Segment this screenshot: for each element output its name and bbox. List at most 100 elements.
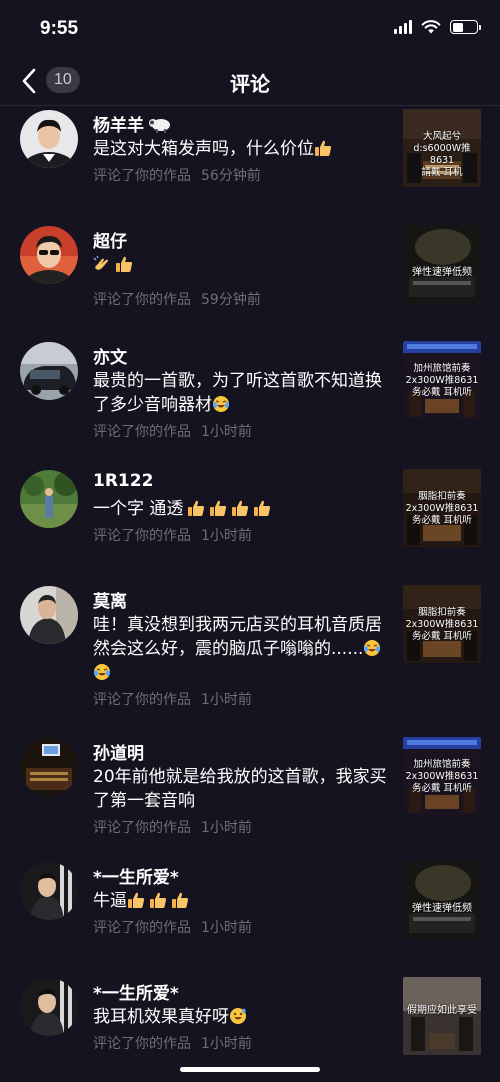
comment-item[interactable]: 1R122 一个字 通透 评论了你的作品 1小时前 胭脂扣前奏 2x300W推86… [0, 467, 500, 583]
comment-body: 我耳机效果真好呀 [93, 1007, 229, 1027]
comment-username[interactable]: 超仔 [93, 227, 127, 252]
comment-text: 最贵的一首歌，为了听这首歌不知道换了多少音响器材 [93, 369, 393, 417]
video-thumbnail[interactable]: 假期应如此享受 [403, 977, 481, 1055]
comment-item[interactable]: *一生所爱* 牛逼 评论了你的作品 1小时前 弹性速弹低频 [0, 859, 500, 975]
thumbs-up-icon [115, 255, 133, 273]
avatar[interactable] [20, 226, 78, 284]
comment-meta: 评论了你的作品 1小时前 [93, 421, 262, 441]
thumbnail-caption: 大风起兮 d:s6000W推8631 請戴 耳机 [413, 131, 471, 178]
action-text: 评论了你的作品 [93, 168, 191, 184]
cellular-signal-icon [394, 20, 412, 34]
thumbs-up-icon [127, 891, 145, 909]
comment-meta: 评论了你的作品 1小时前 [93, 1033, 262, 1053]
comment-body: 哇！真没想到我两元店买的耳机音质居然会这么好，震的脑瓜子嗡嗡的...... [93, 615, 382, 659]
home-indicator[interactable] [180, 1067, 320, 1072]
timestamp: 59分钟前 [201, 292, 261, 308]
video-thumbnail[interactable]: 加州旅馆前奏 2x300W推8631 务必戴 耳机听 [403, 737, 481, 815]
video-thumbnail[interactable]: 弹性速弹低频 [403, 225, 481, 303]
action-text: 评论了你的作品 [93, 820, 191, 836]
comment-text: 哇！真没想到我两元店买的耳机音质居然会这么好，震的脑瓜子嗡嗡的...... [93, 613, 393, 685]
laugh-cry-icon [93, 663, 111, 681]
timestamp: 1小时前 [201, 692, 252, 708]
thumbs-up-icon [149, 891, 167, 909]
comment-meta: 评论了你的作品 1小时前 [93, 817, 262, 837]
avatar[interactable] [20, 342, 78, 400]
comment-text: 一个字 通透 [93, 497, 393, 521]
status-time: 9:55 [40, 18, 79, 39]
thumbnail-caption: 胭脂扣前奏 2x300W推8631 务必戴 耳机听 [405, 491, 479, 526]
comment-item[interactable]: 亦文 最贵的一首歌，为了听这首歌不知道换了多少音响器材 评论了你的作品 1小时前 … [0, 339, 500, 455]
comment-item[interactable]: *一生所爱* 我耳机效果真好呀 评论了你的作品 1小时前 假期应如此享受 [0, 975, 500, 1082]
action-text: 评论了你的作品 [93, 528, 191, 544]
timestamp: 56分钟前 [201, 168, 261, 184]
battery-icon [450, 20, 481, 34]
comment-body: 牛逼 [93, 891, 127, 911]
timestamp: 1小时前 [201, 820, 252, 836]
comment-username[interactable]: 孙道明 [93, 739, 144, 764]
action-text: 评论了你的作品 [93, 692, 191, 708]
thumbs-up-icon [187, 499, 205, 517]
comment-body: 一个字 通透 [93, 499, 184, 519]
timestamp: 1小时前 [201, 528, 252, 544]
comment-meta: 评论了你的作品 1小时前 [93, 525, 262, 545]
username-text: 杨羊羊 [93, 116, 144, 136]
laugh-cry-icon [363, 639, 381, 657]
nav-bar: 10 评论 [0, 58, 500, 106]
comment-text: 牛逼 [93, 889, 393, 913]
comment-meta: 评论了你的作品 56分钟前 [93, 165, 271, 185]
comment-item[interactable]: 超仔 评论了你的作品 59分钟前 弹性速弹低频 [0, 223, 500, 339]
comment-item[interactable]: 莫离 哇！真没想到我两元店买的耳机音质居然会这么好，震的脑瓜子嗡嗡的......… [0, 583, 500, 708]
sheep-emoji-icon [148, 116, 172, 134]
comment-text: 我耳机效果真好呀 [93, 1005, 393, 1029]
comment-username[interactable]: 1R122 [93, 471, 153, 491]
video-thumbnail[interactable]: 胭脂扣前奏 2x300W推8631 务必戴 耳机听 [403, 469, 481, 547]
video-thumbnail[interactable]: 加州旅馆前奏 2x300W推8631 务必戴 耳机听 [403, 341, 481, 419]
video-thumbnail[interactable]: 胭脂扣前奏 2x300W推8631 务必戴 耳机听 [403, 585, 481, 663]
action-text: 评论了你的作品 [93, 292, 191, 308]
comment-text: 20年前他就是给我放的这首歌，我家买了第一套音响 [93, 767, 387, 811]
battery-level [452, 22, 463, 32]
comment-text: 是这对大箱发声吗，什么价位 [93, 137, 393, 161]
comment-body: 最贵的一首歌，为了听这首歌不知道换了多少音响器材 [93, 371, 382, 415]
avatar[interactable] [20, 738, 78, 796]
thumbnail-caption: 加州旅馆前奏 2x300W推8631 务必戴 耳机听 [405, 363, 479, 398]
comment-meta: 评论了你的作品 1小时前 [93, 917, 262, 937]
thumbnail-caption: 弹性速弹低频 [412, 267, 472, 278]
thumbs-up-icon [171, 891, 189, 909]
comment-username[interactable]: 亦文 [93, 343, 127, 368]
comment-meta: 评论了你的作品 59分钟前 [93, 289, 271, 309]
clap-icon [93, 255, 111, 273]
comment-username[interactable]: 莫离 [93, 587, 127, 612]
status-icons [394, 20, 481, 34]
laugh-cry-icon [212, 395, 230, 413]
status-bar: 9:55 [0, 0, 500, 58]
comment-body: 是这对大箱发声吗，什么价位 [93, 139, 314, 159]
avatar[interactable] [20, 862, 78, 920]
thumbs-up-icon [231, 499, 249, 517]
thumbs-up-icon [314, 139, 332, 157]
avatar[interactable] [20, 586, 78, 644]
timestamp: 1小时前 [201, 424, 252, 440]
comment-username[interactable]: *一生所爱* [93, 863, 179, 888]
action-text: 评论了你的作品 [93, 1036, 191, 1052]
avatar[interactable] [20, 978, 78, 1036]
comment-username[interactable]: *一生所爱* [93, 979, 179, 1004]
comment-item[interactable]: 孙道明 20年前他就是给我放的这首歌，我家买了第一套音响 评论了你的作品 1小时前… [0, 735, 500, 851]
action-text: 评论了你的作品 [93, 424, 191, 440]
grin-sweat-icon [229, 1007, 247, 1025]
thumbnail-caption: 假期应如此享受 [407, 1005, 477, 1016]
thumbs-up-icon [253, 499, 271, 517]
video-thumbnail[interactable]: 弹性速弹低频 [403, 861, 481, 939]
thumbnail-caption: 加州旅馆前奏 2x300W推8631 务必戴 耳机听 [405, 759, 479, 794]
thumbnail-caption: 弹性速弹低频 [412, 903, 472, 914]
wifi-icon [421, 20, 441, 34]
page-title: 评论 [230, 72, 270, 96]
comment-item[interactable]: 杨羊羊 是这对大箱发声吗，什么价位 评论了你的作品 56分钟前 大风起兮 d:s6… [0, 107, 500, 223]
thumbnail-caption: 胭脂扣前奏 2x300W推8631 务必戴 耳机听 [405, 607, 479, 642]
avatar[interactable] [20, 470, 78, 528]
timestamp: 1小时前 [201, 920, 252, 936]
action-text: 评论了你的作品 [93, 920, 191, 936]
video-thumbnail[interactable]: 大风起兮 d:s6000W推8631 請戴 耳机 [403, 109, 481, 187]
comment-username[interactable]: 杨羊羊 [93, 111, 176, 136]
avatar[interactable] [20, 110, 78, 168]
